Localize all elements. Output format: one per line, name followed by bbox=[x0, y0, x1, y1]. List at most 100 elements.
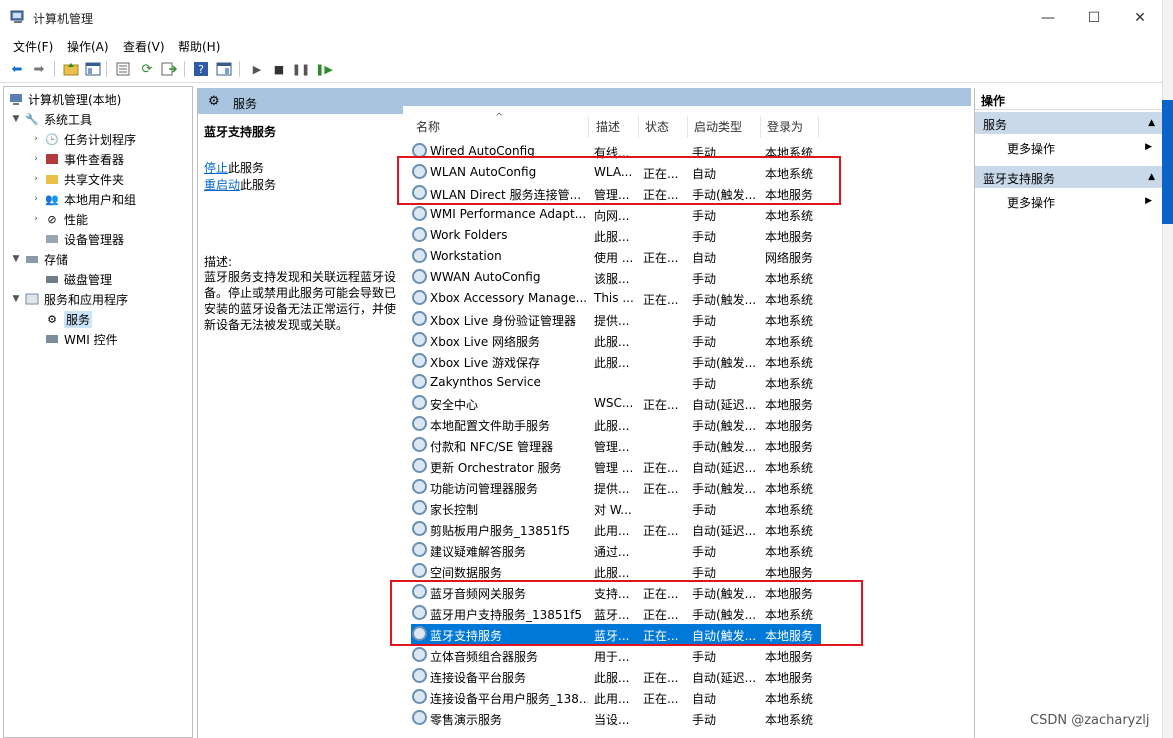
service-logon-as: 本地服务 bbox=[765, 671, 814, 685]
service-startup-type: 手动(触发... bbox=[692, 482, 757, 496]
expand-icon[interactable]: › bbox=[30, 214, 42, 224]
service-row[interactable]: 空间数据服务 此服... 手动 本地服务 bbox=[411, 561, 821, 582]
stop-service-link[interactable]: 停止 bbox=[204, 161, 228, 175]
expand-icon[interactable]: › bbox=[30, 134, 42, 144]
collapse-icon[interactable]: ▼ bbox=[10, 254, 22, 264]
services-panel: ⚙ 服务 蓝牙支持服务 停止此服务 重启动此服务 描述: 蓝牙服务支持发现和关联… bbox=[197, 88, 971, 738]
service-row[interactable]: Xbox Live 网络服务 此服... 手动 本地系统 bbox=[411, 330, 821, 351]
start-service-icon[interactable]: ▶ bbox=[248, 60, 266, 78]
actions-section-bluetooth[interactable]: 蓝牙支持服务 ▲ bbox=[975, 166, 1163, 188]
pause-service-icon[interactable]: ❚❚ bbox=[292, 60, 310, 78]
service-row[interactable]: 剪贴板用户服务_13851f5 此用... 正在... 自动(延迟... 本地系统 bbox=[411, 519, 821, 540]
service-startup-type: 自动 bbox=[692, 251, 717, 265]
service-row[interactable]: 本地配置文件助手服务 此服... 手动(触发... 本地服务 bbox=[411, 414, 821, 435]
properties-icon[interactable] bbox=[114, 60, 132, 78]
stop-service-icon[interactable]: ■ bbox=[270, 60, 288, 78]
service-startup-type: 手动 bbox=[692, 650, 717, 664]
tree-device-manager[interactable]: 设备管理器 bbox=[30, 229, 124, 249]
service-row[interactable]: 零售演示服务 当设... 手动 本地系统 bbox=[411, 708, 821, 729]
annotation-box-bluetooth bbox=[390, 580, 863, 646]
collapse-up-icon[interactable]: ▲ bbox=[1148, 172, 1155, 182]
show-hide-tree-icon[interactable] bbox=[84, 60, 102, 78]
service-description: 此用... bbox=[594, 692, 630, 706]
service-row[interactable]: WMI Performance Adapt... 向网... 手动 本地系统 bbox=[411, 204, 821, 225]
help-icon[interactable]: ? bbox=[192, 60, 210, 78]
performance-icon: ⊘ bbox=[47, 212, 57, 226]
maximize-button[interactable]: ☐ bbox=[1071, 4, 1117, 32]
service-row[interactable]: 更新 Orchestrator 服务 管理 ... 正在... 自动(延迟... 本地系… bbox=[411, 456, 821, 477]
tree-shared-folders[interactable]: › 共享文件夹 bbox=[30, 169, 124, 189]
action-pane-icon[interactable] bbox=[215, 60, 233, 78]
service-name: 安全中心 bbox=[430, 398, 479, 412]
stop-service-row: 停止此服务 bbox=[204, 161, 265, 175]
tree-task-scheduler[interactable]: › 🕒 任务计划程序 bbox=[30, 129, 136, 149]
collapse-up-icon[interactable]: ▲ bbox=[1148, 118, 1155, 128]
service-row[interactable]: Work Folders 此服... 手动 本地服务 bbox=[411, 225, 821, 246]
service-gear-icon bbox=[412, 248, 427, 263]
service-row[interactable]: WWAN AutoConfig 该服... 手动 本地系统 bbox=[411, 267, 821, 288]
service-row[interactable]: 功能访问管理器服务 提供... 正在... 手动(触发... 本地系统 bbox=[411, 477, 821, 498]
expand-icon[interactable]: › bbox=[30, 154, 42, 164]
tree-performance[interactable]: › ⊘ 性能 bbox=[30, 209, 88, 229]
service-row[interactable]: 连接设备平台服务 此服... 正在... 自动(延迟... 本地服务 bbox=[411, 666, 821, 687]
service-row[interactable]: Xbox Accessory Manage... This ... 正在... 手动(… bbox=[411, 288, 821, 309]
tree-local-users[interactable]: › 👥 本地用户和组 bbox=[30, 189, 136, 209]
restart-service-icon[interactable]: ❚▶ bbox=[315, 60, 333, 78]
service-name: WMI Performance Adapt... bbox=[430, 207, 587, 221]
back-icon[interactable]: ⬅ bbox=[8, 60, 26, 78]
menu-help[interactable]: 帮助(H) bbox=[178, 38, 220, 55]
restart-service-link[interactable]: 重启动 bbox=[204, 178, 240, 192]
service-logon-as: 本地系统 bbox=[765, 335, 814, 349]
service-row[interactable]: Zakynthos Service 手动 本地系统 bbox=[411, 372, 821, 393]
refresh-icon[interactable]: ⟳ bbox=[138, 60, 156, 78]
service-name: 建议疑难解答服务 bbox=[430, 545, 527, 559]
service-row[interactable]: 安全中心 WSC... 正在... 自动(延迟... 本地服务 bbox=[411, 393, 821, 414]
forward-icon[interactable]: ➡ bbox=[30, 60, 48, 78]
service-row[interactable]: 建议疑难解答服务 通过... 手动 本地系统 bbox=[411, 540, 821, 561]
actions-section-services[interactable]: 服务 ▲ bbox=[975, 112, 1163, 134]
menu-view[interactable]: 查看(V) bbox=[123, 38, 165, 55]
service-logon-as: 本地服务 bbox=[765, 230, 814, 244]
service-startup-type: 自动(延迟... bbox=[692, 524, 757, 538]
menu-action[interactable]: 操作(A) bbox=[67, 38, 109, 55]
tree-system-tools[interactable]: ▼ 🔧 系统工具 bbox=[10, 109, 92, 129]
service-logon-as: 本地服务 bbox=[765, 566, 814, 580]
service-row[interactable]: 家长控制 对 W... 手动 本地系统 bbox=[411, 498, 821, 519]
collapse-icon[interactable]: ▼ bbox=[10, 294, 22, 304]
service-row[interactable]: 立体音频组合器服务 用于... 手动 本地服务 bbox=[411, 645, 821, 666]
expand-icon[interactable]: › bbox=[30, 174, 42, 184]
service-description: 此服... bbox=[594, 335, 630, 349]
service-name: Zakynthos Service bbox=[430, 375, 541, 389]
tree-services-apps[interactable]: ▼ 服务和应用程序 bbox=[10, 289, 128, 309]
close-button[interactable]: ✕ bbox=[1117, 4, 1163, 32]
column-state[interactable]: 状态 bbox=[645, 118, 669, 138]
service-row[interactable]: 连接设备平台用户服务_138... 此用... 正在... 自动 本地系统 bbox=[411, 687, 821, 708]
service-startup-type: 手动(触发... bbox=[692, 356, 757, 370]
column-desc[interactable]: 描述 bbox=[596, 118, 620, 138]
column-name[interactable]: 名称 bbox=[416, 118, 440, 138]
up-folder-icon[interactable] bbox=[62, 60, 80, 78]
tree-disk-management[interactable]: 磁盘管理 bbox=[30, 269, 112, 289]
service-logon-as: 本地服务 bbox=[765, 419, 814, 433]
submenu-arrow-icon: ▶ bbox=[1145, 142, 1152, 152]
tree-root[interactable]: 计算机管理(本地) bbox=[6, 89, 121, 109]
service-row[interactable]: 付款和 NFC/SE 管理器 管理... 手动(触发... 本地服务 bbox=[411, 435, 821, 456]
service-row[interactable]: Xbox Live 身份验证管理器 提供... 手动 本地系统 bbox=[411, 309, 821, 330]
collapse-icon[interactable]: ▼ bbox=[10, 114, 22, 124]
more-actions-services[interactable]: 更多操作 bbox=[1007, 140, 1055, 157]
service-status: 正在... bbox=[643, 293, 679, 307]
tree-services[interactable]: ⚙ 服务 bbox=[30, 309, 93, 329]
expand-icon[interactable]: › bbox=[30, 194, 42, 204]
export-list-icon[interactable] bbox=[160, 60, 178, 78]
tree-event-viewer[interactable]: › 事件查看器 bbox=[30, 149, 124, 169]
service-row[interactable]: Workstation 使用 ... 正在... 自动 网络服务 bbox=[411, 246, 821, 267]
tree-wmi[interactable]: WMI 控件 bbox=[30, 329, 118, 349]
service-description: 管理... bbox=[594, 440, 630, 454]
column-logon[interactable]: 登录为 bbox=[767, 118, 803, 138]
service-row[interactable]: Xbox Live 游戏保存 此服... 手动(触发... 本地系统 bbox=[411, 351, 821, 372]
more-actions-bluetooth[interactable]: 更多操作 bbox=[1007, 194, 1055, 211]
minimize-button[interactable]: — bbox=[1025, 4, 1071, 32]
tree-storage[interactable]: ▼ 存储 bbox=[10, 249, 68, 269]
column-startup[interactable]: 启动类型 bbox=[694, 118, 742, 138]
menu-file[interactable]: 文件(F) bbox=[13, 38, 53, 55]
